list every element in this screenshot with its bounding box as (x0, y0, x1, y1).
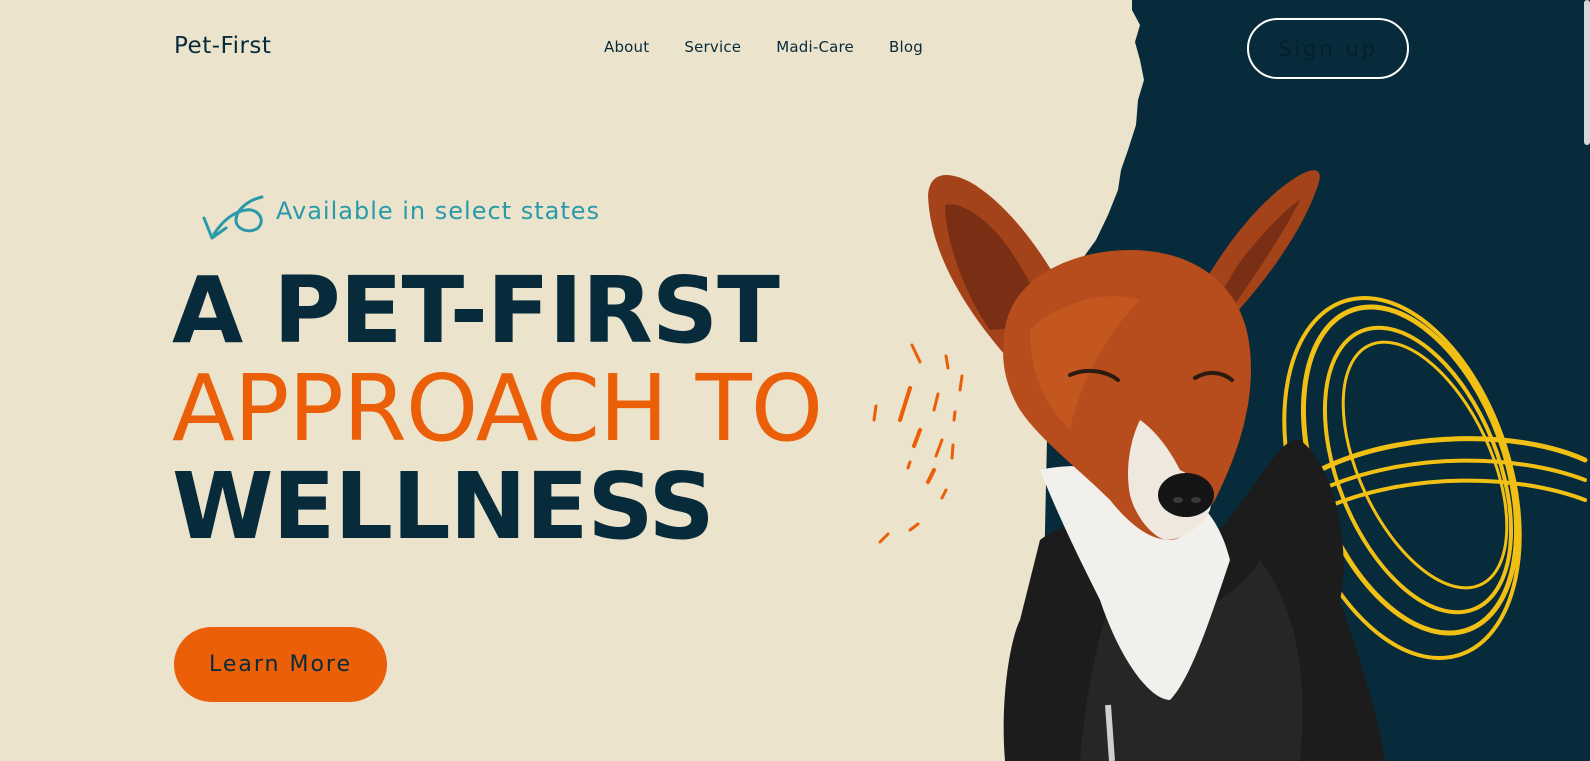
tagline-row: Available in select states (200, 192, 600, 244)
tagline-text: Available in select states (276, 197, 601, 225)
nav-item-madi-care[interactable]: Madi-Care (776, 38, 854, 56)
scrollbar-thumb[interactable] (1584, 0, 1590, 145)
sign-up-button[interactable]: Sign up (1247, 18, 1409, 79)
headline-line-3: WELLNESS (172, 453, 715, 560)
nav-item-blog[interactable]: Blog (889, 38, 923, 56)
hero-headline: A PET-FIRST APPROACH TO WELLNESS (172, 257, 823, 560)
page-scrollbar[interactable] (1582, 0, 1590, 761)
nav-item-service[interactable]: Service (684, 38, 741, 56)
brand-logo[interactable]: Pet-First (174, 33, 271, 59)
learn-more-button[interactable]: Learn More (174, 627, 387, 702)
headline-line-2: APPROACH TO (172, 355, 823, 462)
main-nav: About Service Madi-Care Blog (604, 38, 923, 56)
nav-item-about[interactable]: About (604, 38, 649, 56)
landing-page: Pet-First About Service Madi-Care Blog S… (0, 0, 1590, 761)
headline-line-1: A PET-FIRST (172, 257, 780, 364)
curly-arrow-icon (202, 195, 264, 240)
